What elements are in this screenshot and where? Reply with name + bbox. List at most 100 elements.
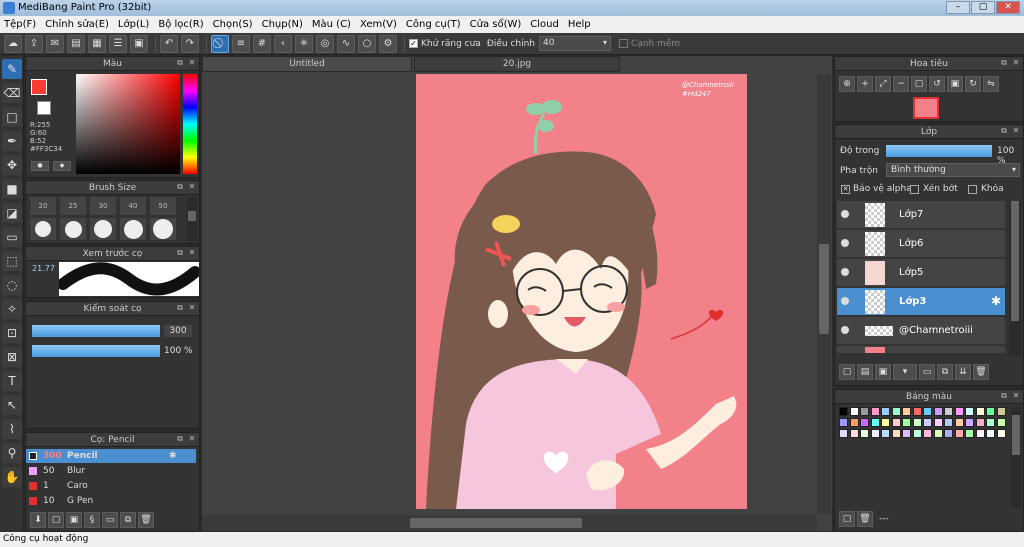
fit-window-icon[interactable]: ⤢ [875, 76, 891, 92]
shape-tool-icon[interactable]: ■ [2, 179, 22, 199]
palette-swatch[interactable] [986, 407, 995, 416]
palette-swatch[interactable] [902, 429, 911, 438]
brush-size-option[interactable] [60, 218, 86, 240]
close-icon[interactable]: ✕ [187, 58, 197, 68]
cloud-download-icon[interactable]: ⬇ [30, 512, 46, 528]
palette-swatch[interactable] [839, 429, 848, 438]
palette-swatch[interactable] [912, 407, 922, 416]
layer-item[interactable]: @Chamnetroiii [837, 317, 1005, 345]
share-icon[interactable]: ⇪ [25, 34, 43, 53]
brush-tool-icon[interactable]: ✎ [2, 59, 22, 79]
canvas-area[interactable]: Untitled 20.jpg @Chamnetroiii #Hd247 [202, 56, 832, 531]
hand-tool-icon[interactable]: ✋ [2, 467, 22, 487]
palette-swatch[interactable] [933, 429, 943, 438]
fill-tool-icon[interactable]: ◪ [2, 203, 22, 223]
ellipse-snap-icon[interactable]: ○ [358, 34, 376, 53]
add-brush-icon[interactable]: ▣ [66, 512, 82, 528]
menu-file[interactable]: Tệp(F) [4, 19, 36, 30]
operation-tool-icon[interactable]: ↖ [2, 395, 22, 415]
folder-icon[interactable]: ▭ [102, 512, 118, 528]
close-icon[interactable]: ✕ [1011, 126, 1021, 136]
new-image-layer-icon[interactable]: ▣ [875, 364, 891, 380]
canvas-horizontal-scrollbar[interactable] [202, 515, 817, 531]
palette-swatch[interactable] [923, 407, 932, 416]
layer-item[interactable] [837, 346, 1005, 354]
parallel-snap-icon[interactable]: ≡ [232, 34, 250, 53]
palette-swatch[interactable] [986, 418, 995, 427]
new-brush-icon[interactable]: ▢ [48, 512, 64, 528]
menu-capture[interactable]: Chụp(N) [262, 19, 303, 30]
zoom-out-icon[interactable]: − [893, 76, 909, 92]
artwork-canvas[interactable]: @Chamnetroiii #Hd247 [416, 74, 747, 509]
eye-icon[interactable]: ● [31, 161, 49, 171]
menu-cloud[interactable]: Cloud [530, 19, 559, 30]
antialias-checkbox[interactable]: ✓ [409, 39, 418, 48]
brush-item-caro[interactable]: 1 Caro [26, 479, 196, 493]
page-icon[interactable]: ▤ [67, 34, 85, 53]
eye-icon[interactable] [841, 297, 849, 305]
palette-swatch[interactable] [944, 429, 953, 438]
comment-icon[interactable]: ✉ [46, 34, 64, 53]
palette-swatch[interactable] [996, 429, 1006, 438]
palette-swatch[interactable] [849, 418, 859, 427]
tab-20jpg[interactable]: 20.jpg [414, 56, 620, 72]
undo-icon[interactable]: ↶ [160, 34, 178, 53]
palette-swatch[interactable] [923, 429, 932, 438]
list-icon[interactable]: ☰ [109, 34, 127, 53]
canvas-vertical-scrollbar[interactable] [817, 74, 831, 514]
palette-swatch[interactable] [891, 429, 901, 438]
brush-item-pencil[interactable]: 300 Pencil ✱ [26, 449, 196, 463]
float-icon[interactable]: ⧉ [999, 58, 1009, 68]
close-icon[interactable]: ✕ [187, 248, 197, 258]
brush-size-option[interactable] [120, 218, 146, 240]
brush-size-option[interactable]: 50 [150, 197, 176, 215]
palette-swatch[interactable] [975, 407, 985, 416]
hue-slider[interactable] [183, 74, 197, 174]
close-icon[interactable]: ✕ [1011, 58, 1021, 68]
adjust-dropdown[interactable]: 40 ▾ [538, 36, 611, 51]
float-icon[interactable]: ⧉ [175, 434, 185, 444]
dropper-tool-icon[interactable]: ⌇ [2, 419, 22, 439]
brush-settings-icon[interactable]: § [84, 512, 100, 528]
palette-swatch[interactable] [965, 407, 974, 416]
new-palette-icon[interactable]: ▢ [839, 511, 855, 527]
reset-rotation-icon[interactable]: ▣ [947, 76, 963, 92]
brush-size-option[interactable]: 40 [120, 197, 146, 215]
palette-swatch[interactable] [849, 407, 859, 416]
select-eraser-tool-icon[interactable]: ⊠ [2, 347, 22, 367]
float-icon[interactable]: ⧉ [175, 248, 185, 258]
curve-snap-icon[interactable]: ∿ [337, 34, 355, 53]
new-layer-icon[interactable]: ▢ [839, 364, 855, 380]
palette-swatch[interactable] [881, 407, 890, 416]
palette-swatch[interactable] [996, 407, 1006, 416]
menu-color[interactable]: Màu (C) [312, 19, 351, 30]
magic-wand-tool-icon[interactable]: ✧ [2, 299, 22, 319]
folder-icon[interactable]: ▭ [919, 364, 935, 380]
palette-swatch[interactable] [944, 418, 953, 427]
merge-layer-icon[interactable]: ⇊ [955, 364, 971, 380]
background-swatch[interactable] [37, 101, 51, 115]
menu-tools[interactable]: Công cụ(T) [406, 19, 461, 30]
eye-icon[interactable] [841, 239, 849, 247]
palette-swatch[interactable] [870, 429, 880, 438]
palette-swatch[interactable] [944, 407, 953, 416]
lock-checkbox[interactable] [968, 185, 977, 194]
brush-opacity-slider[interactable] [32, 345, 160, 357]
eye-icon[interactable] [841, 210, 849, 218]
smooth-checkbox[interactable] [618, 39, 628, 48]
new-halftone-layer-icon[interactable]: ▤ [857, 364, 873, 380]
protect-alpha-checkbox[interactable]: ✕ [841, 185, 850, 194]
rotate-right-icon[interactable]: ↻ [965, 76, 981, 92]
palette-swatch[interactable] [870, 418, 880, 427]
select-tool-icon[interactable]: ⬚ [2, 251, 22, 271]
foreground-swatch[interactable] [31, 79, 47, 95]
vanishing-snap-icon[interactable]: ‹ [274, 34, 292, 53]
saturation-value-picker[interactable] [76, 74, 180, 174]
palette-swatch[interactable] [996, 418, 1006, 427]
gear-icon[interactable]: ✱ [169, 449, 177, 463]
menu-help[interactable]: Help [568, 19, 591, 30]
brush-item-blur[interactable]: 50 Blur [26, 464, 196, 478]
zoom-in-icon[interactable]: + [857, 76, 873, 92]
duplicate-layer-icon[interactable]: ⧉ [937, 364, 953, 380]
radial-snap-icon[interactable]: ✳ [295, 34, 313, 53]
